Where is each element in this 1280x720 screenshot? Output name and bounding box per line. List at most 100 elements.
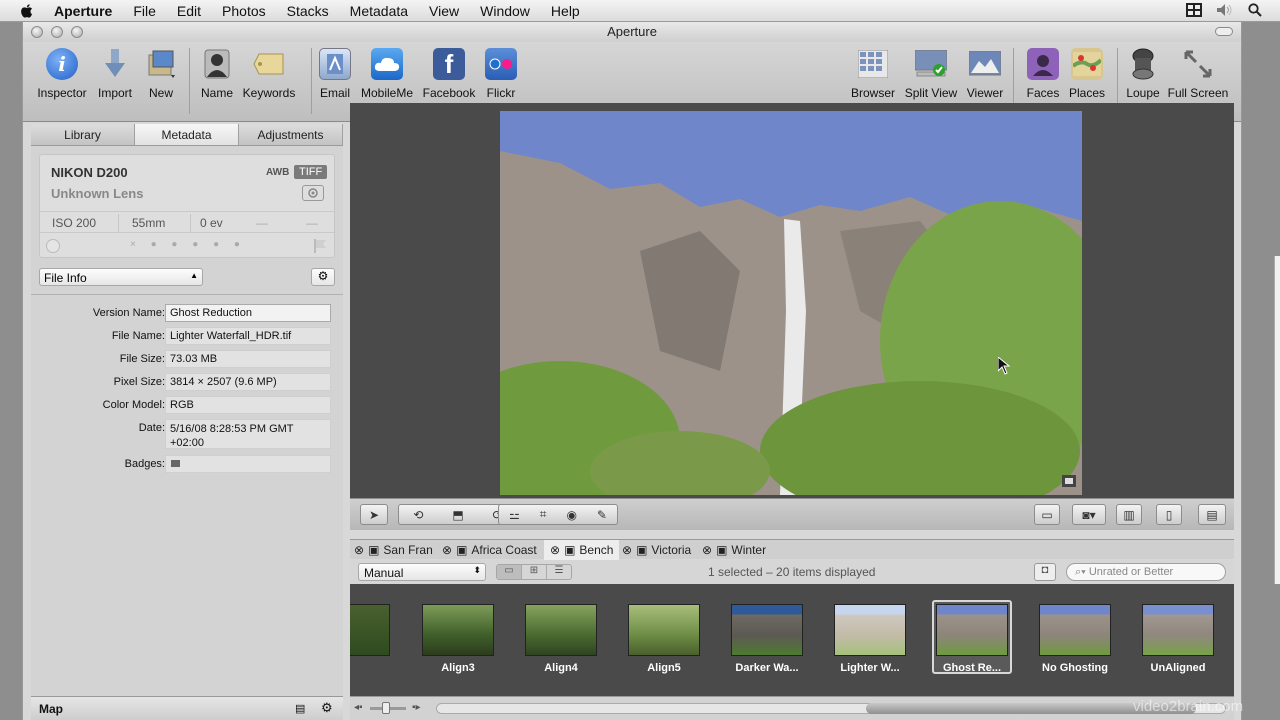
filmstrip-view-icon[interactable]: ▭: [497, 565, 521, 579]
red-eye-icon[interactable]: ◉: [566, 508, 576, 522]
inspector-button[interactable]: i Inspector: [37, 48, 87, 100]
toolbar-separator: [189, 48, 190, 114]
loupe-button[interactable]: Loupe: [1123, 48, 1163, 100]
new-button[interactable]: New: [141, 48, 181, 100]
places-button[interactable]: Places: [1065, 48, 1109, 100]
tab-metadata[interactable]: Metadata: [135, 124, 239, 145]
thumbnail-darker-waterfall[interactable]: [731, 604, 803, 656]
camera-menu-icon[interactable]: ◙▾: [1072, 504, 1106, 525]
rotate-left-icon[interactable]: ⟲: [413, 508, 423, 522]
main-photo[interactable]: [500, 111, 1082, 495]
full-screen-button[interactable]: Full Screen: [1165, 48, 1231, 100]
focal-length-value: 55mm: [132, 216, 166, 230]
minimize-button[interactable]: [51, 26, 63, 38]
menu-edit[interactable]: Edit: [177, 3, 201, 19]
single-view-icon[interactable]: ▯: [1156, 504, 1182, 525]
thumbnail-align3[interactable]: [422, 604, 494, 656]
zoom-button[interactable]: [71, 26, 83, 38]
version-name-field[interactable]: Ghost Reduction: [165, 304, 331, 322]
email-button[interactable]: Email: [315, 48, 355, 100]
calendar-icon[interactable]: ▤: [295, 702, 305, 715]
menu-metadata[interactable]: Metadata: [350, 3, 408, 19]
thumbnail-label: Ghost Re...: [942, 662, 1002, 674]
menu-app[interactable]: Aperture: [54, 3, 112, 19]
grid-menu-icon[interactable]: [1186, 2, 1202, 20]
action-gear-icon[interactable]: ⚙: [321, 700, 333, 716]
background-window-edge: [1274, 256, 1280, 584]
split-view-button[interactable]: Split View: [903, 48, 959, 100]
menu-help[interactable]: Help: [551, 3, 580, 19]
filter-hud-icon[interactable]: ◘: [1034, 563, 1056, 581]
file-size-field: 73.03 MB: [165, 350, 331, 368]
close-tab-icon[interactable]: ⊗: [702, 540, 712, 560]
list-view-icon[interactable]: ☰: [546, 565, 571, 579]
brush-icon[interactable]: ✎: [597, 508, 607, 522]
zoom-in-icon[interactable]: ▪▸: [412, 702, 421, 713]
metadata-view-select[interactable]: File Info ▲: [39, 268, 203, 286]
gear-icon[interactable]: ⚙: [311, 268, 335, 286]
zoom-slider-thumb[interactable]: [382, 702, 390, 714]
date-label: Date:: [138, 422, 165, 434]
lift-stamp-icon[interactable]: ⬒: [452, 508, 463, 522]
volume-icon[interactable]: [1216, 3, 1234, 20]
file-name-row: File Name: Lighter Waterfall_HDR.tif: [31, 327, 343, 345]
flickr-button[interactable]: Flickr: [481, 48, 521, 100]
thumbnail-align4[interactable]: [525, 604, 597, 656]
tab-library[interactable]: Library: [31, 124, 135, 145]
faces-button[interactable]: Faces: [1021, 48, 1065, 100]
menu-stacks[interactable]: Stacks: [287, 3, 329, 19]
rating-stars[interactable]: × ● ● ● ● ●: [130, 239, 246, 250]
zoom-out-icon[interactable]: ◂▪: [354, 702, 363, 713]
sort-select[interactable]: Manual ⬍: [358, 563, 486, 581]
flag-icon[interactable]: [314, 239, 326, 258]
thumbnail-label: Align5: [647, 662, 681, 674]
tab-winter[interactable]: ⊗ ▣ Winter: [702, 540, 766, 560]
badges-label: Badges:: [124, 458, 165, 470]
keywords-button[interactable]: Keywords: [241, 48, 297, 100]
flickr-label: Flickr: [486, 86, 516, 100]
date-field[interactable]: 5/16/08 8:28:53 PM GMT +02:00: [165, 419, 331, 449]
close-tab-icon[interactable]: ⊗: [354, 540, 364, 560]
menu-window[interactable]: Window: [480, 3, 530, 19]
thumbnail-lighter-waterfall[interactable]: [834, 604, 906, 656]
color-label-dot[interactable]: [46, 239, 60, 253]
spotlight-search-icon[interactable]: [1248, 2, 1262, 20]
version-name-row: Version Name: Ghost Reduction: [31, 304, 343, 322]
rating-filter-search[interactable]: ⌕▾ Unrated or Better: [1066, 563, 1226, 581]
print-frame-icon[interactable]: ▭: [1034, 504, 1060, 525]
stack-icon[interactable]: ▥: [1116, 504, 1142, 525]
selection-tool-icon[interactable]: ➤: [360, 504, 388, 525]
menu-photos[interactable]: Photos: [222, 3, 266, 19]
multi-view-icon[interactable]: ▤: [1198, 504, 1226, 525]
tab-san-fran[interactable]: ⊗ ▣ San Fran: [354, 540, 433, 560]
close-button[interactable]: [31, 26, 43, 38]
import-button[interactable]: Import: [95, 48, 135, 100]
map-label[interactable]: Map: [39, 702, 63, 716]
file-name-field[interactable]: Lighter Waterfall_HDR.tif: [165, 327, 331, 345]
close-tab-icon[interactable]: ⊗: [442, 540, 452, 560]
close-tab-icon[interactable]: ⊗: [550, 540, 560, 560]
tab-victoria[interactable]: ⊗ ▣ Victoria: [622, 540, 691, 560]
mobileme-button[interactable]: MobileMe: [357, 48, 417, 100]
toolbar-toggle-button[interactable]: [1215, 27, 1233, 36]
thumbnail-ghost-reduction[interactable]: [936, 604, 1008, 656]
crop-icon[interactable]: ⌗: [540, 507, 547, 522]
name-button[interactable]: Name: [197, 48, 237, 100]
thumbnail-unaligned[interactable]: [1142, 604, 1214, 656]
thumbnail-partial[interactable]: [350, 604, 390, 656]
grid-view-icon[interactable]: ⊞: [521, 565, 546, 579]
browser-button[interactable]: Browser: [849, 48, 897, 100]
menu-view[interactable]: View: [429, 3, 459, 19]
tab-bench[interactable]: ⊗ ▣ Bench: [544, 540, 620, 560]
apple-icon[interactable]: [18, 2, 36, 20]
camera-info-box: NIKON D200 Unknown Lens AWB TIFF ISO 200…: [39, 154, 335, 258]
facebook-button[interactable]: f Facebook: [421, 48, 477, 100]
viewer-button[interactable]: Viewer: [963, 48, 1007, 100]
thumbnail-align5[interactable]: [628, 604, 700, 656]
thumbnail-no-ghosting[interactable]: [1039, 604, 1111, 656]
menu-file[interactable]: File: [133, 3, 156, 19]
close-tab-icon[interactable]: ⊗: [622, 540, 632, 560]
tab-africa-coast[interactable]: ⊗ ▣ Africa Coast: [442, 540, 537, 560]
straighten-icon[interactable]: ⚍: [509, 508, 520, 522]
tab-adjustments[interactable]: Adjustments: [239, 124, 343, 145]
